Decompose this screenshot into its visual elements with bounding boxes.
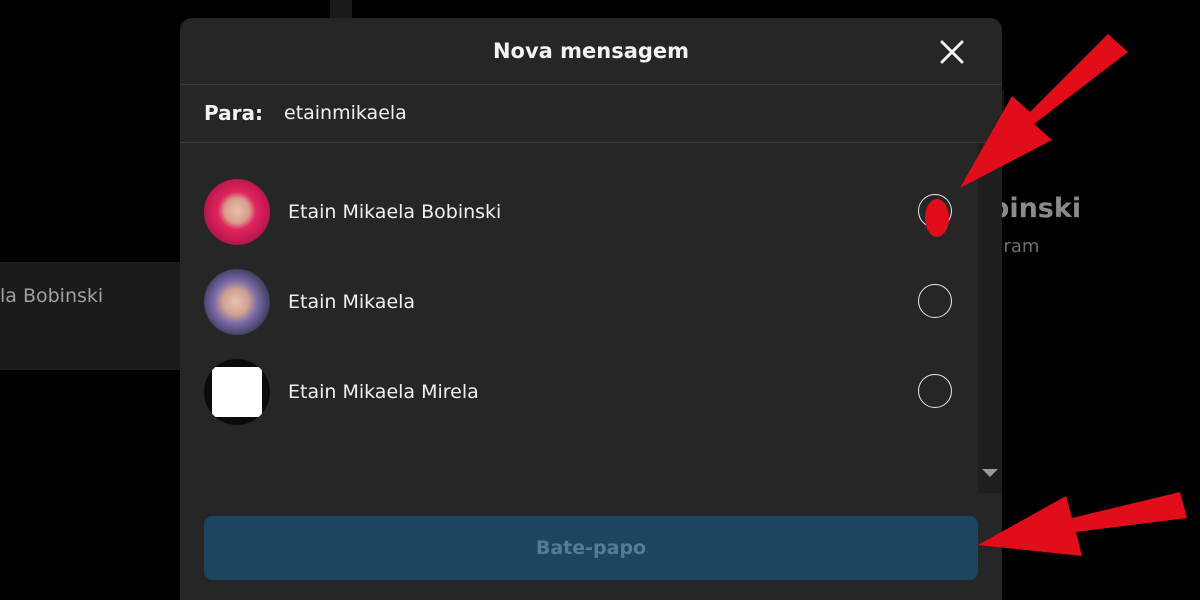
recipient-search-input[interactable] xyxy=(284,97,884,129)
result-name: Etain Mikaela xyxy=(288,291,416,313)
dialog-header: Nova mensagem xyxy=(180,18,1002,85)
dialog-title: Nova mensagem xyxy=(492,39,690,63)
result-name: Etain Mikaela Bobinski xyxy=(288,201,502,223)
avatar xyxy=(204,269,270,335)
background-chat-item[interactable] xyxy=(0,262,190,370)
search-results-list: Etain Mikaela Bobinski Etain Mikaela Eta… xyxy=(180,143,980,488)
new-message-dialog: Nova mensagem Para: Etain Mikaela Bobins… xyxy=(180,18,1002,600)
select-radio[interactable] xyxy=(918,284,952,318)
avatar xyxy=(204,179,270,245)
scrollbar[interactable] xyxy=(978,143,1002,493)
scroll-down-icon[interactable] xyxy=(982,469,998,477)
avatar-placeholder xyxy=(212,367,262,417)
avatar xyxy=(204,359,270,425)
background-divider xyxy=(330,0,352,18)
background-chat-name: la Bobinski xyxy=(0,285,104,307)
screen: la Bobinski binski gram Nova mensagem Pa… xyxy=(0,0,1200,600)
recipient-row: Para: xyxy=(180,85,1002,143)
result-item[interactable]: Etain Mikaela Mirela xyxy=(180,348,980,438)
select-radio[interactable] xyxy=(918,374,952,408)
arrow-to-chat-button-icon xyxy=(978,492,1187,556)
result-item[interactable]: Etain Mikaela xyxy=(180,258,980,348)
background-profile-name: binski xyxy=(990,193,1082,224)
recipient-label: Para: xyxy=(204,101,263,125)
annotation-mark xyxy=(925,199,949,237)
result-item[interactable]: Etain Mikaela Bobinski xyxy=(180,168,980,258)
close-button[interactable] xyxy=(934,34,970,70)
chat-button[interactable]: Bate-papo xyxy=(204,516,978,580)
close-icon xyxy=(940,40,964,64)
result-name: Etain Mikaela Mirela xyxy=(288,381,479,403)
